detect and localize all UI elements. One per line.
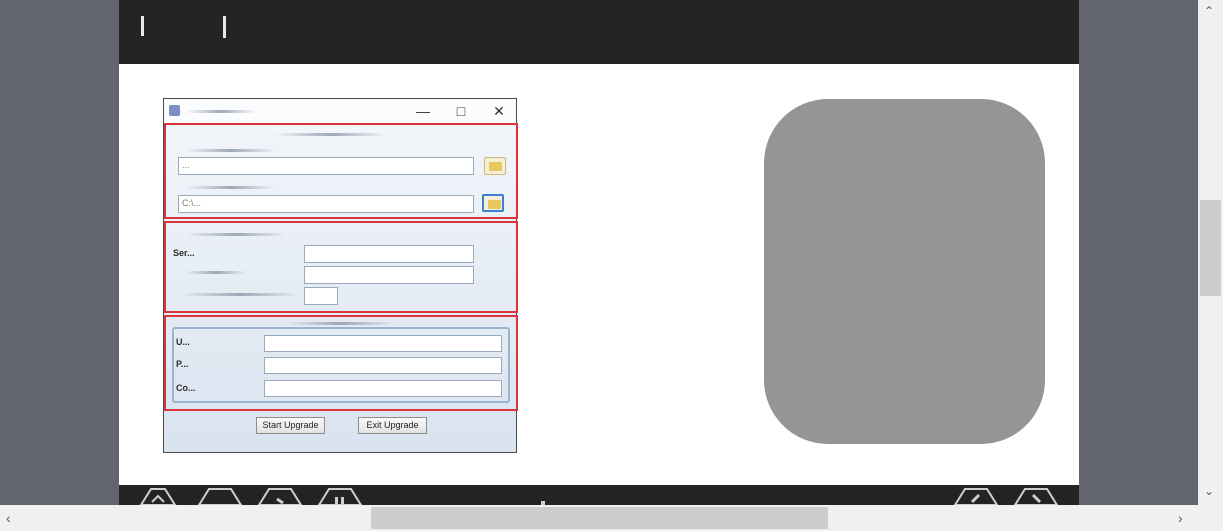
password-input[interactable] — [264, 357, 502, 374]
username-label: U... — [176, 337, 191, 347]
home-icon[interactable] — [135, 485, 181, 505]
credentials-section: U... P... Co... — [164, 315, 518, 411]
path2-label — [186, 186, 276, 189]
server-section: Ser... — [164, 221, 518, 313]
section2-heading — [186, 233, 286, 236]
field3-label — [180, 293, 300, 296]
field2-label — [186, 271, 246, 274]
section1-heading — [276, 133, 386, 136]
video-controls-bar — [119, 485, 1079, 505]
maximize-icon[interactable]: □ — [446, 101, 476, 121]
horizontal-scroll-thumb[interactable] — [371, 507, 828, 529]
close-icon[interactable]: ✕ — [484, 101, 514, 121]
document-page: — □ ✕ ... C:\... Ser... U... P... Co... … — [119, 0, 1079, 505]
chevron-up-icon[interactable]: ⌃ — [1204, 4, 1214, 18]
confirm-input[interactable] — [264, 380, 502, 397]
start-upgrade-button[interactable]: Start Upgrade — [256, 417, 325, 434]
password-label: P... — [176, 359, 189, 369]
folder-icon[interactable] — [482, 194, 504, 212]
chevron-down-icon[interactable]: ⌄ — [1204, 484, 1214, 498]
path1-label — [186, 149, 276, 152]
next-icon[interactable] — [1013, 485, 1059, 505]
dialog-title — [186, 110, 256, 113]
confirm-label: Co... — [176, 383, 196, 393]
scrollbar-corner — [1198, 505, 1223, 531]
section3-heading — [286, 322, 396, 325]
upgrade-dialog: — □ ✕ ... C:\... Ser... U... P... Co... … — [163, 98, 518, 453]
field3-input[interactable] — [304, 287, 338, 305]
path1-input[interactable]: ... — [178, 157, 474, 175]
paths-section: ... C:\... — [164, 123, 518, 219]
grey-rounded-card — [764, 99, 1045, 444]
back-icon[interactable] — [257, 485, 303, 505]
server-label: Ser... — [173, 248, 195, 258]
header-mark-right — [223, 16, 226, 38]
server-input[interactable] — [304, 245, 474, 263]
username-input[interactable] — [264, 335, 502, 352]
chevron-right-icon[interactable]: › — [1178, 510, 1183, 526]
header-mark-left — [141, 16, 144, 36]
dialog-titlebar: — □ ✕ — [164, 99, 516, 123]
pause-icon[interactable] — [317, 485, 363, 505]
field2-input[interactable] — [304, 266, 474, 284]
video-header-bar — [119, 0, 1079, 64]
vertical-scroll-thumb[interactable] — [1200, 200, 1221, 296]
previous-icon[interactable] — [953, 485, 999, 505]
exit-upgrade-button[interactable]: Exit Upgrade — [358, 417, 427, 434]
app-icon — [169, 105, 180, 116]
menu-icon[interactable] — [197, 485, 243, 505]
folder-icon[interactable] — [484, 157, 506, 175]
chevron-left-icon[interactable]: ‹ — [6, 510, 11, 526]
minimize-icon[interactable]: — — [408, 101, 438, 121]
path2-input[interactable]: C:\... — [178, 195, 474, 213]
